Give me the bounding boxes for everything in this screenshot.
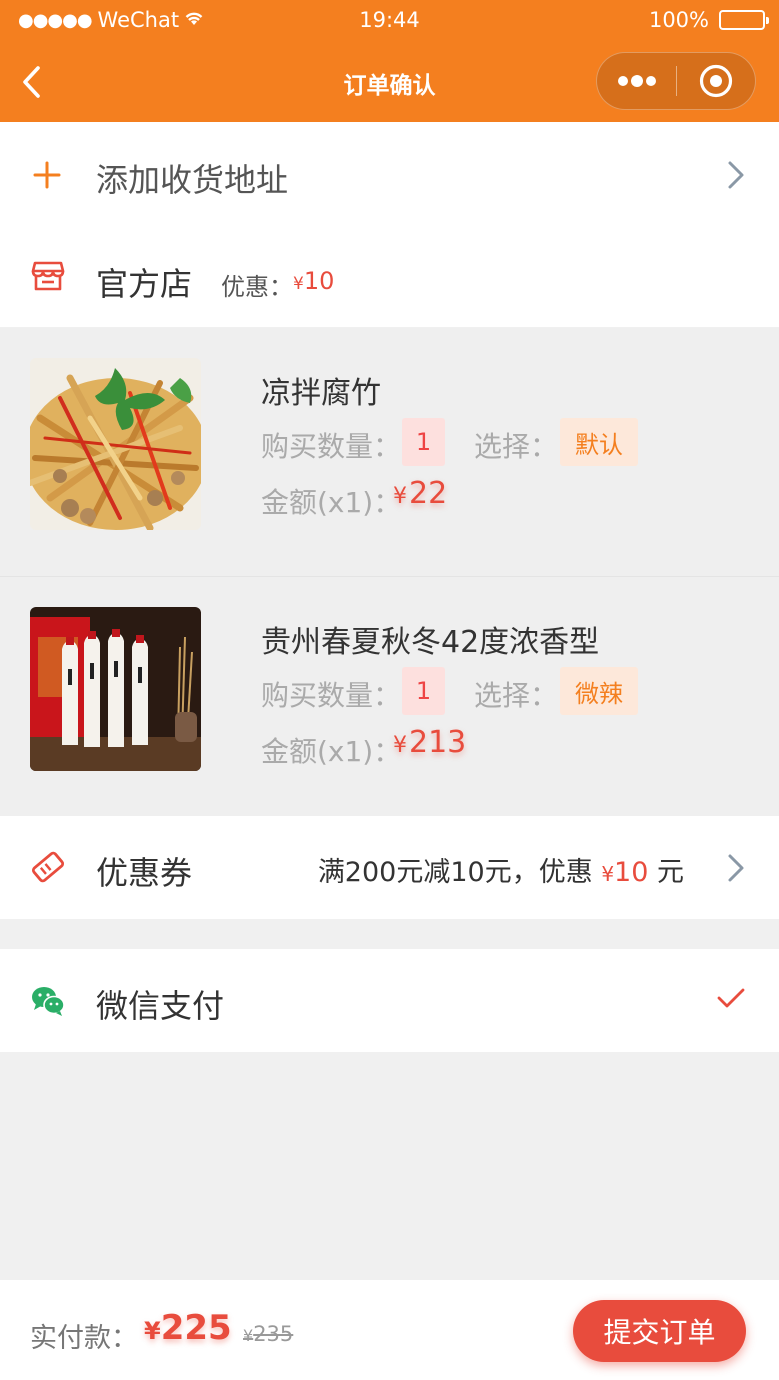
- original-price: ¥235: [243, 1322, 293, 1346]
- battery-percent: 100%: [648, 8, 709, 32]
- more-dots-icon: [617, 75, 656, 87]
- coupon-value: 10: [614, 857, 649, 888]
- quantity-value: 1: [402, 667, 445, 715]
- coupon-row[interactable]: 优惠券 满200元减10元，优惠 ¥10 元: [0, 816, 779, 919]
- option-badge: 默认: [560, 418, 638, 466]
- top-bar: ●●●●● WeChat 19:44 100% 订单确认: [0, 0, 779, 122]
- amount-label: 金额(x1)：: [261, 486, 402, 519]
- coupon-desc-text: 满200元减10元，优惠: [317, 857, 593, 888]
- currency-symbol: ¥: [393, 484, 407, 509]
- status-bar: ●●●●● WeChat 19:44 100%: [0, 0, 779, 42]
- store-icon: [31, 260, 65, 292]
- more-button[interactable]: [597, 53, 676, 109]
- option-label: 选择：: [474, 430, 559, 463]
- product-price: ¥213: [393, 725, 466, 760]
- paid-label: 实付款：: [30, 1323, 138, 1354]
- price-value: 22: [409, 476, 448, 511]
- list-item[interactable]: 凉拌腐竹 购买数量： 1 选择： 默认 金额(x1)： ¥22: [0, 328, 779, 566]
- status-right: 100%: [648, 8, 769, 32]
- quantity-label: 购买数量：: [261, 679, 402, 712]
- target-icon: [699, 64, 733, 98]
- close-miniprogram-button[interactable]: [677, 53, 755, 109]
- currency-symbol: ¥: [601, 862, 615, 886]
- total-value: 225: [160, 1308, 232, 1348]
- payment-method-label: 微信支付: [96, 987, 225, 1025]
- product-price: ¥22: [393, 476, 447, 511]
- payment-method-row[interactable]: 微信支付: [0, 949, 779, 1052]
- currency-symbol: ¥: [293, 274, 304, 294]
- list-item[interactable]: 贵州春夏秋冬42度浓香型 购买数量： 1 选择： 微辣 金额(x1)： ¥213: [0, 576, 779, 814]
- shop-discount-amount: ¥10: [293, 267, 334, 295]
- product-image-tofu-skin: [30, 358, 201, 530]
- product-name: 凉拌腐竹: [261, 376, 381, 411]
- quantity-value: 1: [402, 418, 445, 466]
- add-address-row[interactable]: 添加收货地址: [0, 122, 779, 227]
- add-address-label: 添加收货地址: [96, 161, 289, 199]
- currency-symbol: ¥: [393, 733, 407, 758]
- currency-symbol: ¥: [243, 1326, 254, 1345]
- goods-list: 凉拌腐竹 购买数量： 1 选择： 默认 金额(x1)： ¥22 贵州春夏秋冬42…: [0, 328, 779, 816]
- battery-icon: [719, 10, 769, 30]
- shop-name: 官方店: [96, 265, 193, 303]
- option-badge: 微辣: [560, 667, 638, 715]
- checkout-bar: 实付款： ¥225 ¥235 提交订单: [0, 1280, 779, 1380]
- submit-order-button[interactable]: 提交订单: [573, 1300, 746, 1362]
- amount-label: 金额(x1)：: [261, 735, 402, 768]
- quantity-label: 购买数量：: [261, 430, 402, 463]
- wechat-icon: [30, 985, 66, 1017]
- shop-discount-label: 优惠：: [221, 273, 293, 301]
- currency-symbol: ¥: [144, 1317, 161, 1345]
- product-name: 贵州春夏秋冬42度浓香型: [261, 625, 600, 660]
- option-label: 选择：: [474, 679, 559, 712]
- plus-icon: [32, 160, 62, 190]
- price-value: 213: [409, 725, 467, 760]
- coupon-unit: 元: [657, 857, 684, 888]
- total-amount: ¥225: [144, 1308, 232, 1348]
- product-image-liquor: [30, 607, 201, 771]
- chevron-right-icon: [727, 160, 745, 194]
- miniprogram-capsule: [596, 52, 756, 110]
- coupon-label: 优惠券: [96, 854, 193, 892]
- coupon-description: 满200元减10元，优惠 ¥10 元: [318, 850, 684, 889]
- shop-discount-value: 10: [303, 267, 335, 295]
- original-value: 235: [253, 1322, 294, 1346]
- check-icon: [717, 987, 745, 1013]
- chevron-right-icon: [727, 853, 745, 887]
- coupon-amount: ¥10: [601, 857, 648, 888]
- shop-row: 官方店 优惠： ¥10: [0, 227, 779, 327]
- coupon-icon: [30, 850, 66, 884]
